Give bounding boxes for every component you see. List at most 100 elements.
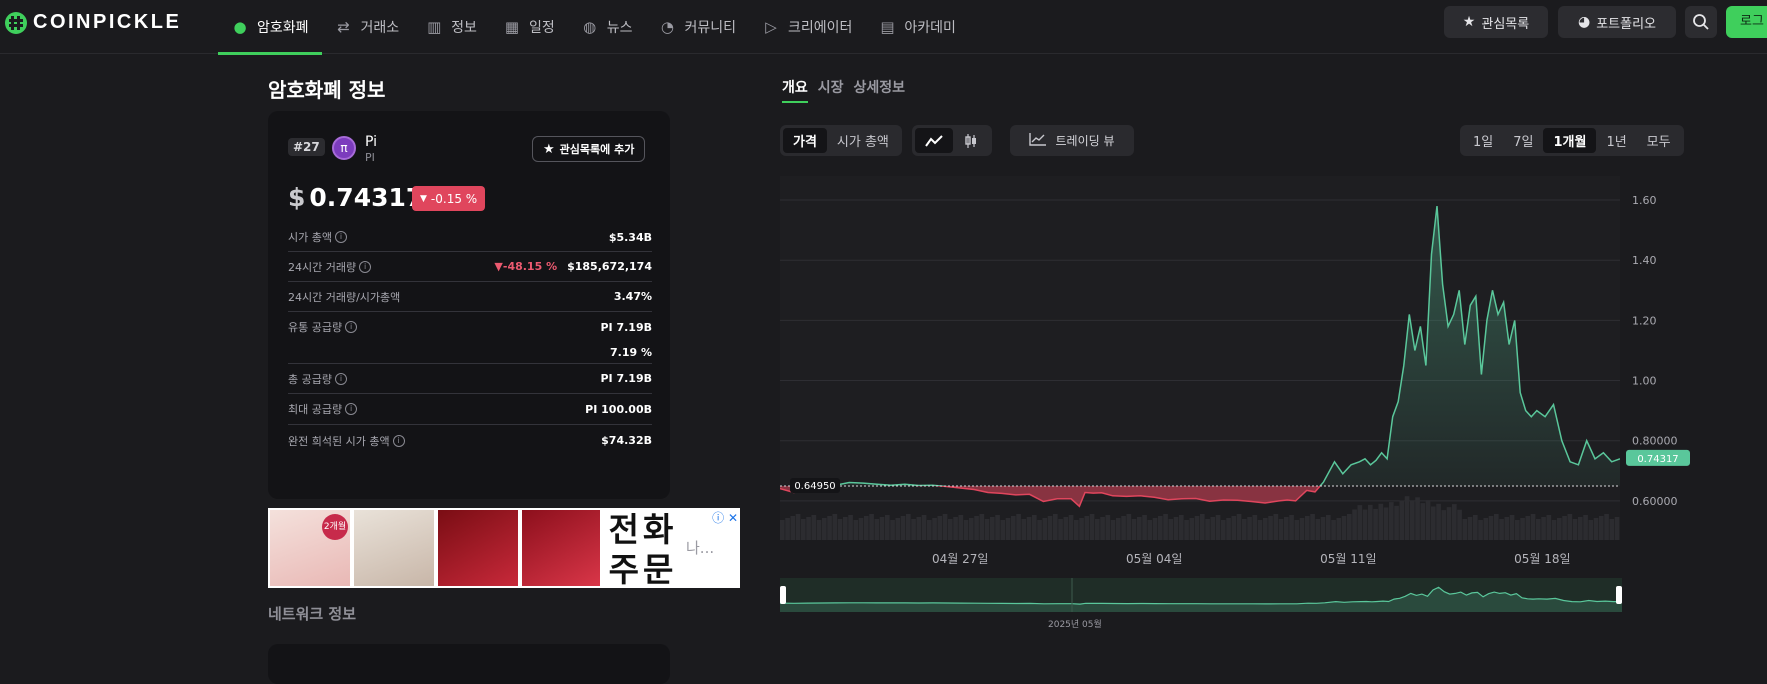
volume-bar — [1037, 520, 1042, 540]
menu-item-5[interactable]: ◔ 커뮤니티 — [645, 0, 749, 54]
login-button[interactable]: 로그 — [1726, 6, 1767, 38]
volume-bar — [1305, 516, 1310, 540]
volume-bar — [837, 519, 843, 540]
chart-type-toggle — [912, 125, 992, 156]
volume-bar — [806, 517, 811, 540]
metric-option-1[interactable]: 시가 총액 — [827, 128, 899, 153]
volume-bar — [1063, 517, 1069, 540]
volume-bar — [1273, 514, 1279, 540]
volume-bar — [1593, 518, 1599, 540]
pie-chart-icon: ◕ — [1577, 14, 1591, 30]
ad-image-model[interactable] — [354, 510, 434, 586]
ad-image-cream[interactable] — [522, 510, 600, 586]
info-icon[interactable]: i — [334, 372, 347, 385]
add-to-watchlist-label: 관심목록에 추가 — [559, 143, 635, 156]
volume-bar — [832, 514, 838, 540]
range-handle-left[interactable] — [780, 586, 786, 604]
ad-image-serum[interactable] — [438, 510, 518, 586]
volume-bar — [848, 515, 853, 540]
portfolio-button[interactable]: ◕ 포트폴리오 — [1558, 6, 1676, 38]
ad-image-flowers[interactable]: 2개월 — [270, 510, 350, 586]
volume-bar — [879, 517, 885, 540]
menu-item-3[interactable]: ▦ 일정 — [490, 0, 568, 54]
volume-bar — [827, 516, 832, 540]
period-option-4[interactable]: 모두 — [1637, 128, 1681, 153]
add-to-watchlist-button[interactable]: ★ 관심목록에 추가 — [532, 136, 646, 162]
period-option-0[interactable]: 1일 — [1463, 128, 1503, 153]
coin-symbol: PI — [365, 151, 375, 164]
volume-bar — [1095, 519, 1100, 540]
current-price-label: 0.74317 — [1637, 454, 1678, 465]
volume-bar — [1404, 496, 1410, 540]
menu-item-4[interactable]: ◍ 뉴스 — [568, 0, 646, 54]
watchlist-button[interactable]: ★ 관심목록 — [1444, 6, 1548, 38]
volume-bar — [1410, 501, 1415, 540]
volume-bar — [937, 516, 943, 540]
info-icon[interactable]: i — [345, 403, 358, 415]
volume-bar — [1614, 517, 1620, 540]
menu-item-2[interactable]: ▥ 정보 — [412, 0, 490, 54]
tab-2[interactable]: 상세정보 — [854, 77, 906, 103]
info-icon[interactable]: i — [392, 434, 405, 447]
volume-bar — [1320, 517, 1326, 540]
volume-bar — [958, 515, 964, 540]
menu-item-1[interactable]: ⇄ 거래소 — [322, 0, 413, 54]
menu-item-0[interactable]: ● 암호화폐 — [218, 0, 322, 55]
volume-bar — [1452, 504, 1457, 540]
volume-bar — [927, 520, 932, 540]
portfolio-label: 포트폴리오 — [1596, 16, 1657, 32]
volume-bar — [1032, 515, 1037, 540]
info-icon[interactable]: i — [345, 321, 358, 333]
coin-name: Pi — [365, 134, 378, 150]
menu-item-label: 아카데미 — [904, 20, 956, 36]
volume-bar — [1137, 517, 1142, 540]
advertisement-banner[interactable]: 2개월 전화 주문 나... ⓘ ✕ — [268, 508, 740, 588]
volume-bar — [906, 514, 911, 540]
volume-bar — [1399, 500, 1405, 540]
tab-0[interactable]: 개요 — [782, 77, 808, 103]
volume-bar — [1173, 517, 1179, 540]
volume-bar — [874, 519, 880, 540]
bar-chart-icon: ▥ — [427, 18, 442, 36]
info-icon[interactable]: i — [334, 231, 347, 243]
range-navigator[interactable] — [779, 578, 1623, 612]
stat-value: PI 7.19B — [600, 320, 652, 334]
search-button[interactable] — [1685, 6, 1717, 38]
candlestick-button[interactable] — [953, 128, 989, 153]
volume-bar — [1373, 508, 1378, 540]
menu-item-6[interactable]: ▷ 크리에이터 — [749, 0, 865, 54]
period-option-3[interactable]: 1년 — [1596, 128, 1636, 153]
play-icon: ▷ — [765, 18, 777, 36]
tab-1[interactable]: 시장 — [818, 77, 844, 103]
range-sparkline — [779, 578, 1623, 612]
volume-bar — [1515, 520, 1520, 540]
volume-bar — [1436, 503, 1441, 540]
stat-value-wrap: PI 100.00B — [585, 403, 652, 416]
coinpickle-logo[interactable]: COINPICKLE — [5, 11, 181, 34]
x-tick-label: 05월 18일 — [1514, 552, 1570, 566]
range-handle-right[interactable] — [1616, 586, 1622, 604]
ad-choices-icon[interactable]: ⓘ ✕ — [712, 509, 738, 526]
menu-item-7[interactable]: ▤ 아카데미 — [865, 0, 969, 54]
stat-row: 최대 공급량 i PI 100.00B — [288, 394, 652, 425]
logo-mark-icon — [5, 11, 27, 34]
period-option-2[interactable]: 1개월 — [1543, 128, 1597, 153]
period-option-1[interactable]: 7일 — [1503, 128, 1543, 153]
info-icon[interactable]: i — [359, 260, 372, 273]
stat-value: $185,672,174 — [567, 260, 652, 273]
volume-bar — [1179, 515, 1184, 540]
metric-option-0[interactable]: 가격 — [783, 128, 827, 153]
y-tick-label: 1.20 — [1632, 314, 1657, 327]
volume-bar — [843, 517, 848, 540]
volume-bar — [1074, 520, 1079, 540]
line-chart-button[interactable] — [915, 128, 953, 153]
volume-bar — [1252, 515, 1258, 540]
trading-view-button[interactable]: 트레이딩 뷰 — [1010, 125, 1134, 156]
price-chart[interactable]: 1.60 1.40 1.20 1.00 0.80000 0.60000 0.64950 0.7… — [780, 176, 1690, 576]
volume-bar — [995, 515, 1000, 540]
volume-bar — [1058, 519, 1063, 540]
menu-item-label: 정보 — [451, 20, 477, 36]
ad-phone-order-text[interactable]: 전화 주문 — [604, 510, 682, 588]
stat-value: 3.47% — [613, 290, 652, 303]
stat-label-wrap: 완전 희석된 시가 총액 i — [288, 433, 405, 449]
